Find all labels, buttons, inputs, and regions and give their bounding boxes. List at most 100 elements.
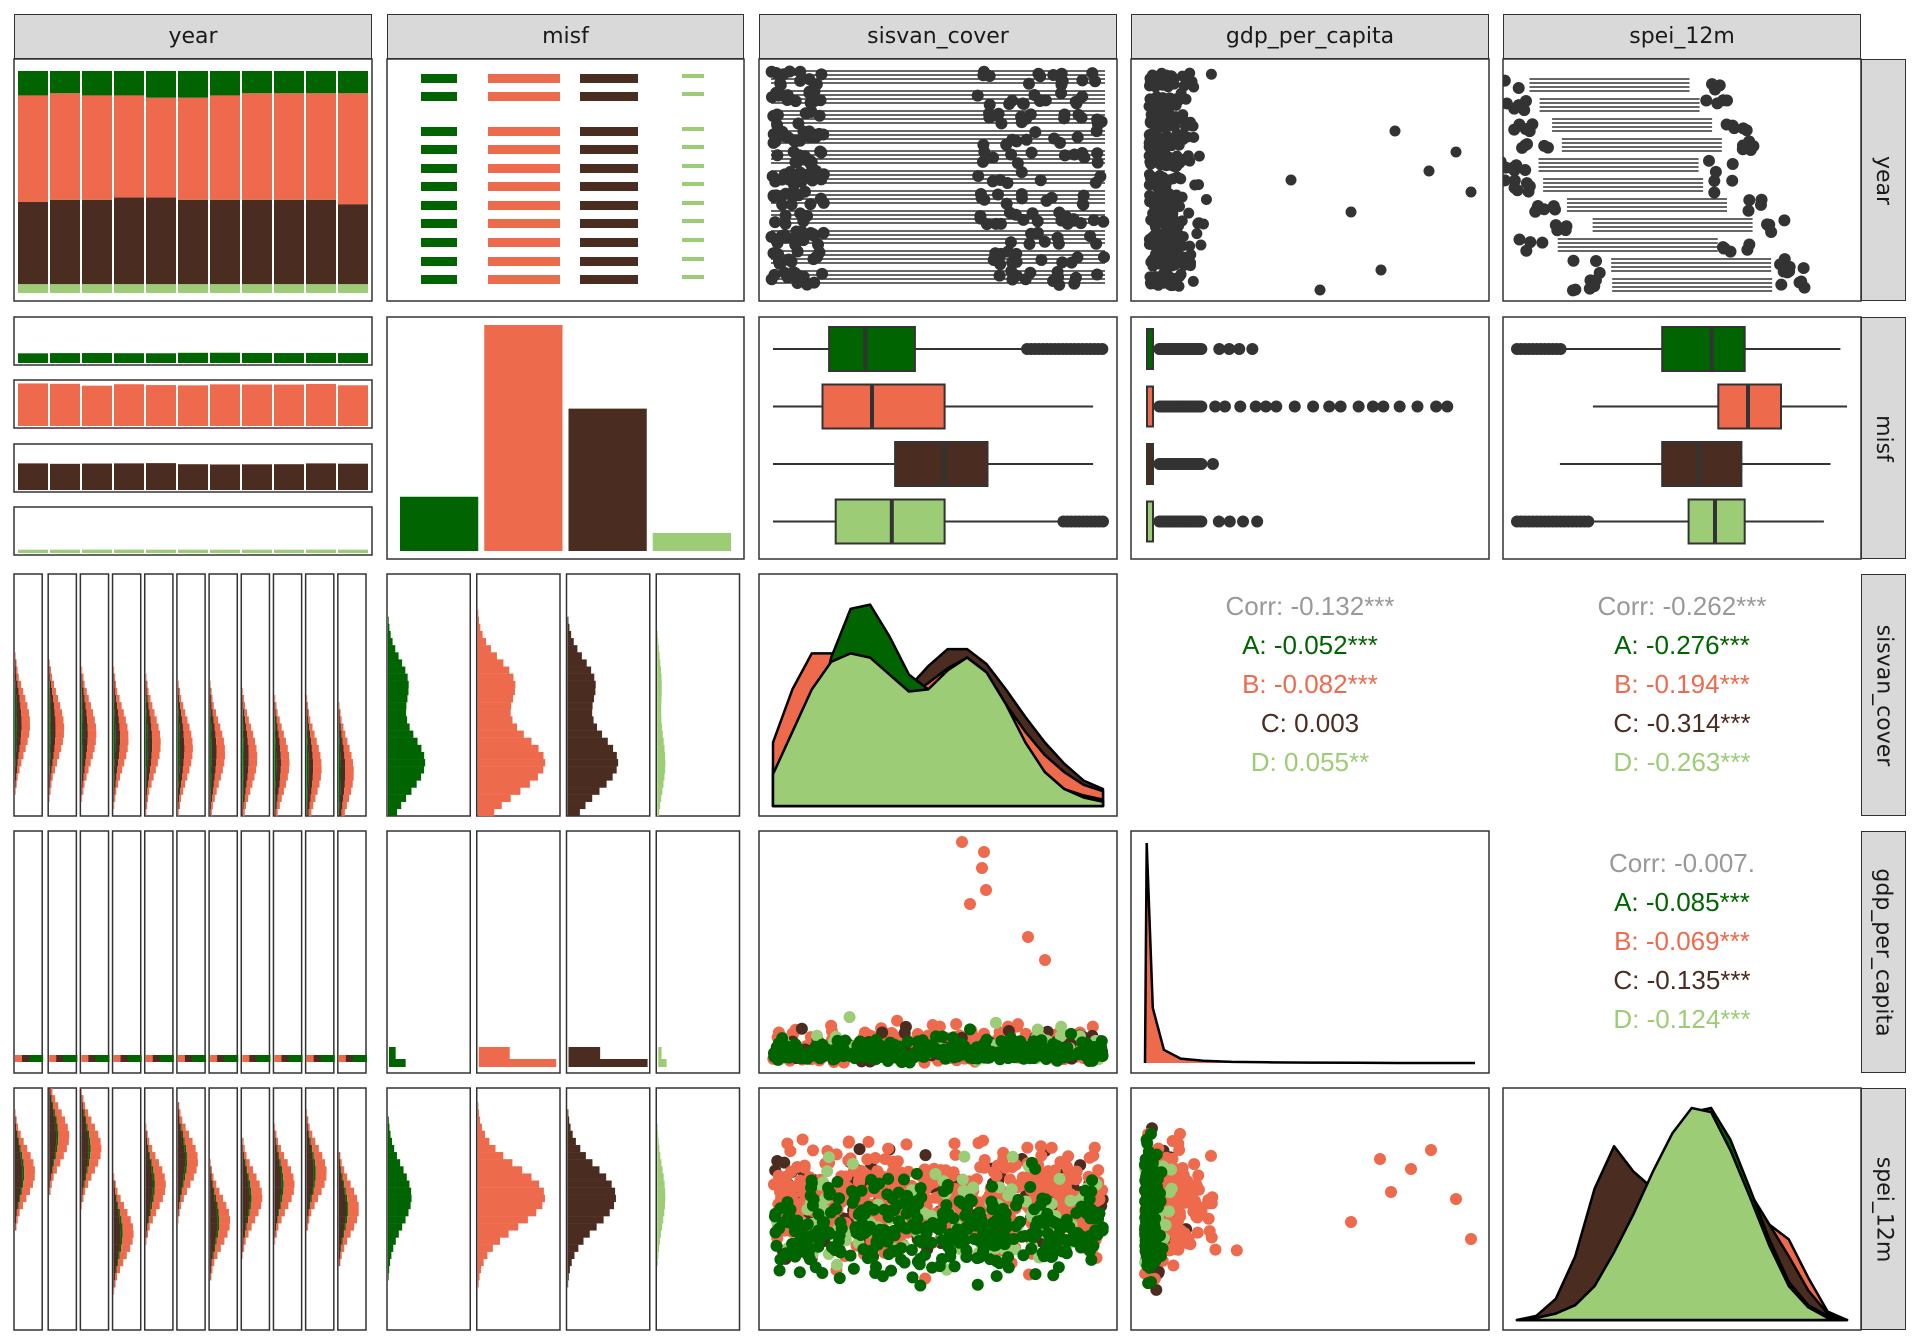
hist-bin [177, 1159, 186, 1167]
hist-bin [117, 702, 122, 710]
scatter-point [1025, 1156, 1038, 1169]
hist-bin [16, 709, 22, 717]
hist-bin [567, 630, 572, 639]
outlier-point [1547, 200, 1560, 213]
hist-bin [242, 794, 245, 802]
hist-bin [87, 744, 95, 753]
hist-bin [249, 1201, 251, 1210]
hist-bin [343, 744, 350, 753]
hist-bin [477, 808, 495, 817]
outlier-point [797, 270, 810, 283]
outlier-point [797, 125, 810, 138]
hist-bin [210, 687, 211, 696]
hist-bin [246, 1216, 249, 1224]
hist-bin [658, 1047, 662, 1059]
hist-bin [248, 759, 258, 767]
hist-bin [567, 1223, 597, 1231]
hist-bin [184, 1166, 187, 1174]
hist-bin [210, 1223, 218, 1231]
hist-bin [84, 1180, 89, 1188]
hist-bin [151, 730, 161, 738]
hist-bin [54, 1116, 57, 1124]
scatter-point [882, 1211, 895, 1224]
hist-bin [320, 1055, 335, 1062]
hist-bin [278, 730, 284, 738]
year-bar-segment [338, 284, 368, 293]
hist-bin [338, 773, 341, 781]
hist-bin [179, 1201, 182, 1210]
hist-bin [243, 744, 249, 753]
hist-bin [657, 1223, 663, 1231]
hist-bin [280, 1159, 288, 1167]
year-bar-segment [114, 71, 144, 96]
hist-bin [212, 1180, 217, 1188]
hist-bin [145, 1237, 147, 1245]
hist-bin [20, 737, 28, 746]
outlier-point [1034, 70, 1047, 83]
hist-bin [19, 695, 26, 703]
hist-bin [306, 702, 308, 710]
hist-bin [150, 1201, 153, 1210]
outlier-point [1184, 260, 1196, 272]
hist-bin [177, 787, 179, 795]
scatter-point [1017, 1249, 1030, 1262]
hist-bin [567, 1116, 570, 1124]
hist-bin [248, 1216, 256, 1224]
hist-bin [214, 723, 221, 731]
hist-bin [113, 1237, 121, 1245]
outlier-point [1323, 400, 1336, 413]
outlier-point [1173, 249, 1185, 261]
panel-misf-year-facet [13, 506, 373, 556]
hist-bin [210, 794, 211, 802]
hist-bin [113, 1223, 121, 1231]
year-count-bar [114, 353, 144, 363]
hist-bin [113, 751, 115, 760]
outlier-point [1192, 217, 1204, 229]
misf-dash [488, 275, 560, 284]
outlier-point [1055, 87, 1068, 100]
hist-bin [306, 1201, 310, 1210]
hist-bin [242, 1244, 244, 1252]
scatter-point [872, 1229, 885, 1242]
hist-bin [181, 709, 186, 717]
hist-bin [90, 1144, 102, 1153]
hist-bin [477, 680, 516, 689]
hist-bin [245, 1230, 249, 1238]
hist-bin [81, 1159, 88, 1167]
hist-bin [154, 1187, 166, 1195]
hist-bin [246, 780, 253, 788]
box-body [1146, 500, 1154, 543]
year-count-bar [338, 549, 368, 553]
hist-bin [311, 737, 317, 746]
hist-bin [20, 702, 28, 710]
hist-bin [477, 1123, 482, 1131]
hist-bin [477, 730, 524, 738]
year-count-bar [274, 384, 304, 426]
hist-bin [243, 716, 246, 724]
scatter-point [1188, 1158, 1201, 1171]
outlier-point [1237, 515, 1250, 528]
hist-bin [388, 780, 417, 788]
hist-bin [388, 808, 398, 817]
hist-bin [213, 1251, 218, 1260]
year-bar-segment [306, 71, 336, 94]
hist-bin [344, 780, 353, 788]
hist-bin [114, 1180, 116, 1188]
hist-bin [344, 1223, 346, 1231]
hist-bin [54, 744, 62, 753]
hist-bin [277, 1216, 278, 1224]
year-bar-segment [82, 199, 112, 285]
scatter-point [986, 1203, 999, 1216]
year-bar-segment [50, 284, 80, 293]
hist-bin [477, 1144, 496, 1153]
hist-bin [339, 808, 342, 817]
year-bar-segment [242, 199, 272, 285]
hist-bin [113, 737, 116, 746]
hist-bin [306, 1116, 308, 1124]
hist-bin [177, 744, 180, 753]
hist-bin [82, 780, 85, 788]
hist-bin [340, 723, 344, 731]
hist-bin [274, 1209, 279, 1217]
hist-bin [477, 780, 530, 788]
hist-bin [313, 1180, 315, 1188]
